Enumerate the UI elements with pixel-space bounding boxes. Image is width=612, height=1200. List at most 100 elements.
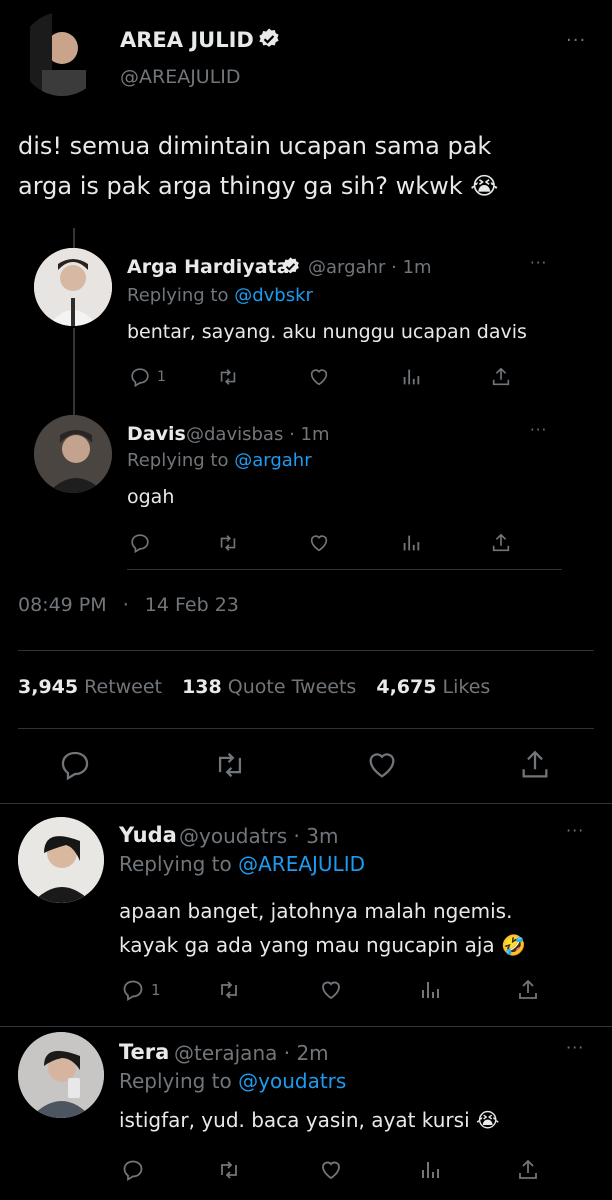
heart-icon — [369, 753, 395, 778]
reply-text: istigfar, yud. baca yasin, ayat kursi 😭 — [119, 1108, 499, 1132]
quote-label: Quote Tweets — [227, 676, 357, 698]
reply-count: 1 — [157, 369, 166, 385]
verified-icon — [257, 27, 281, 51]
replying-to-link[interactable]: @youdatrs — [238, 1069, 346, 1093]
reply-icon — [131, 368, 149, 388]
retweet-button[interactable] — [216, 1158, 242, 1182]
share-icon — [519, 1159, 537, 1179]
avatar-photo — [34, 415, 112, 493]
replying-to-link[interactable]: @argahr — [234, 450, 311, 471]
share-icon — [519, 979, 537, 999]
replying-prefix: Replying to — [127, 450, 229, 471]
analytics-button[interactable] — [400, 532, 422, 554]
analytics-button[interactable] — [400, 366, 422, 388]
quote-stat[interactable]: 138 Quote Tweets — [182, 676, 356, 698]
like-button[interactable] — [307, 366, 331, 388]
retweet-count: 3,945 — [18, 676, 79, 698]
share-button[interactable] — [516, 1158, 540, 1182]
divider — [0, 1026, 612, 1027]
reply-button[interactable] — [58, 748, 92, 782]
timestamp: · 3m — [293, 824, 339, 848]
avatar-photo — [30, 12, 86, 96]
thread-line — [73, 328, 75, 418]
reply-icon — [123, 1160, 143, 1182]
reply-name[interactable]: Tera — [119, 1040, 169, 1064]
handle[interactable]: @youdatrs — [179, 824, 287, 848]
replying-to-link[interactable]: @AREAJULID — [238, 852, 365, 876]
more-options-icon[interactable]: ··· — [530, 254, 547, 272]
analytics-icon — [403, 369, 420, 385]
timestamp: · 1m — [289, 424, 330, 445]
reply-name[interactable]: Yuda — [119, 823, 177, 847]
likes-stat[interactable]: 4,675 Likes — [376, 676, 490, 698]
reply-handle: @terajana · 2m — [174, 1041, 329, 1065]
like-button[interactable] — [364, 748, 400, 782]
quoted-text: bentar, sayang. aku nunggu ucapan davis — [127, 321, 527, 343]
like-button[interactable] — [318, 978, 344, 1002]
reply-button[interactable] — [121, 1158, 145, 1182]
emoji: 😭 — [476, 1108, 500, 1132]
avatar[interactable] — [34, 415, 112, 493]
share-icon — [522, 750, 548, 778]
timestamp-date[interactable]: 14 Feb 23 — [145, 594, 239, 616]
retweet-icon — [221, 1161, 237, 1179]
like-button[interactable] — [318, 1158, 344, 1182]
retweet-button[interactable] — [216, 532, 240, 554]
likes-count: 4,675 — [376, 676, 437, 698]
handle[interactable]: @davisbas — [186, 424, 283, 445]
share-button[interactable] — [490, 532, 512, 554]
quoted-name[interactable]: Davis — [127, 423, 186, 445]
handle[interactable]: @terajana — [174, 1041, 277, 1065]
tweet-timestamp: 08:49 PM · 14 Feb 23 — [18, 594, 239, 616]
quoted-handle: @argahr · 1m — [308, 257, 432, 278]
divider — [0, 803, 612, 804]
quoted-name[interactable]: Arga Hardiyata — [127, 256, 289, 278]
tweet-text-fragment: arga is pak arga thingy ga sih? wkwk — [18, 172, 463, 200]
retweet-button[interactable] — [216, 978, 242, 1002]
author-name[interactable]: AREA JULID — [120, 28, 254, 52]
reply-text-line: apaan banget, jatohnya malah ngemis. — [119, 899, 513, 923]
reply-button[interactable] — [129, 532, 151, 554]
retweet-icon — [220, 369, 236, 385]
quote-count: 138 — [182, 676, 222, 698]
divider — [18, 650, 594, 651]
timestamp-time[interactable]: 08:49 PM — [18, 594, 107, 616]
reply-button[interactable]: 1 — [129, 366, 166, 388]
avatar-photo — [34, 248, 112, 326]
heart-icon — [310, 369, 328, 386]
reply-button[interactable]: 1 — [121, 978, 161, 1002]
author-avatar[interactable] — [20, 12, 104, 96]
tweet-text: dis! semua dimintain ucapan sama pak arg… — [18, 126, 598, 206]
author-handle[interactable]: @AREAJULID — [120, 66, 241, 88]
retweet-button[interactable] — [212, 748, 248, 782]
share-button[interactable] — [518, 748, 552, 782]
share-icon — [492, 367, 510, 386]
retweet-stat[interactable]: 3,945 Retweet — [18, 676, 162, 698]
avatar[interactable] — [18, 1032, 104, 1118]
like-button[interactable] — [307, 532, 331, 554]
reply-icon — [131, 534, 149, 554]
emoji: 🤣 — [501, 933, 526, 957]
handle[interactable]: @argahr — [308, 257, 385, 278]
analytics-button[interactable] — [418, 1158, 442, 1182]
share-icon — [492, 533, 510, 552]
analytics-button[interactable] — [418, 978, 442, 1002]
avatar[interactable] — [34, 248, 112, 326]
replying-to-link[interactable]: @dvbskr — [234, 285, 313, 306]
retweet-button[interactable] — [216, 366, 240, 388]
retweet-icon — [218, 752, 242, 778]
more-options-icon[interactable]: ··· — [566, 821, 584, 840]
quoted-text: ogah — [127, 486, 175, 508]
more-options-icon[interactable]: ··· — [566, 1038, 584, 1057]
tweet-text-line: arga is pak arga thingy ga sih? wkwk 😭 — [18, 166, 598, 206]
share-button[interactable] — [516, 978, 540, 1002]
reply-count: 1 — [151, 981, 161, 999]
more-options-icon[interactable]: ··· — [566, 30, 586, 51]
share-button[interactable] — [490, 366, 512, 388]
more-options-icon[interactable]: ··· — [530, 421, 547, 439]
timestamp: · 1m — [391, 257, 432, 278]
tweet-stats: 3,945 Retweet 138 Quote Tweets 4,675 Lik… — [18, 676, 490, 698]
avatar[interactable] — [18, 817, 104, 903]
reply-icon — [123, 980, 143, 1002]
divider — [18, 728, 594, 729]
